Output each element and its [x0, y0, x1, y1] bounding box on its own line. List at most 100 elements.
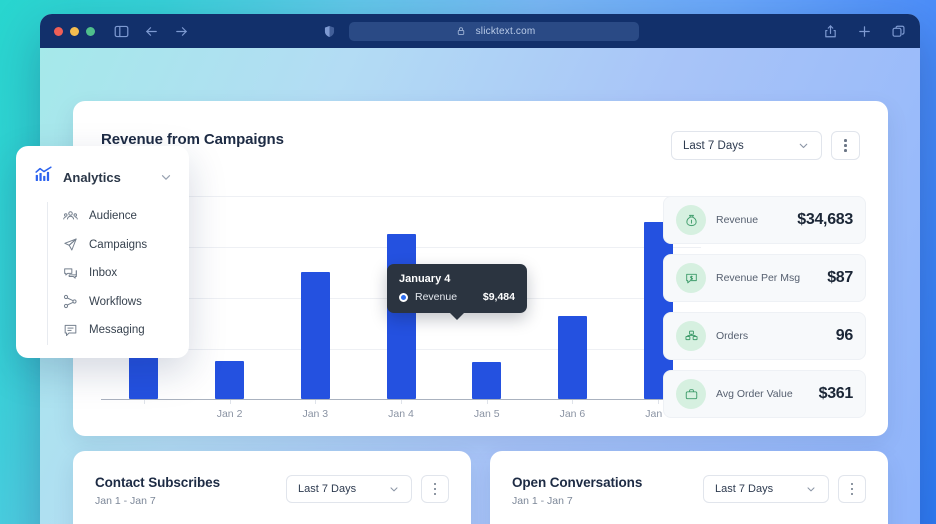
- stat-avg-order-value: Avg Order Value $361: [663, 370, 866, 418]
- stat-revenue-per-msg: Revenue Per Msg $87: [663, 254, 866, 302]
- subscribes-range-select-value: Last 7 Days: [298, 483, 357, 495]
- revenue-card-menu-button[interactable]: [831, 131, 860, 160]
- chart-bar[interactable]: [215, 360, 245, 399]
- address-bar[interactable]: slicktext.com: [349, 21, 639, 41]
- subscribes-card-daterange-label: Jan 1 - Jan 7: [95, 495, 156, 507]
- browser-nav-group: [113, 23, 189, 39]
- tooltip-title: January 4: [399, 273, 451, 285]
- window-traffic-lights[interactable]: [54, 26, 95, 36]
- chevron-down-icon[interactable]: [159, 170, 173, 184]
- subscribes-range-select[interactable]: Last 7 Days: [286, 475, 412, 503]
- sidebar-toggle-icon[interactable]: [113, 23, 129, 39]
- revenue-range-select[interactable]: Last 7 Days: [671, 131, 822, 160]
- x-axis-tickmark: [401, 400, 402, 404]
- stat-orders: Orders 96: [663, 312, 866, 360]
- conversations-card-header: Open Conversations Jan 1 - Jan 7 Last 7 …: [490, 451, 888, 507]
- sidebar-item-analytics[interactable]: Analytics: [16, 164, 189, 190]
- tooltip-series-value: $9,484: [482, 291, 515, 303]
- stat-revenue: Revenue $34,683: [663, 196, 866, 244]
- sidebar-item-workflows[interactable]: Workflows: [48, 288, 189, 317]
- sidebar-item-inbox[interactable]: Inbox: [48, 259, 189, 288]
- sidebar-item-campaigns[interactable]: Campaigns: [48, 231, 189, 260]
- stat-value: $361: [818, 385, 854, 402]
- chart-tooltip: January 4 Revenue $9,484: [387, 264, 527, 313]
- sidebar-item-label: Messaging: [89, 324, 145, 337]
- sidebar-item-label: Workflows: [89, 295, 142, 308]
- chevron-down-icon: [797, 139, 810, 152]
- kebab-dot: [844, 144, 847, 147]
- revenue-stat-list: Revenue $34,683 Revenue Per Msg $87 Orde…: [663, 196, 866, 418]
- x-axis-tickmark: [315, 400, 317, 404]
- kebab-dot: [850, 482, 854, 486]
- kebab-dot: [850, 492, 854, 496]
- kebab-dot: [433, 492, 437, 496]
- conversations-range-select[interactable]: Last 7 Days: [703, 475, 829, 503]
- tooltip-series-label: Revenue: [415, 291, 458, 303]
- conversations-range-select-value: Last 7 Days: [715, 483, 774, 495]
- workflow-nodes-icon: [62, 294, 78, 310]
- analytics-subnav-list: Audience Campaigns Inbox Workflows Messa…: [47, 202, 189, 345]
- message-dollar-icon: [676, 263, 706, 293]
- copy-tabs-icon[interactable]: [890, 23, 906, 39]
- share-icon[interactable]: [822, 23, 838, 39]
- stat-label: Avg Order Value: [716, 388, 793, 400]
- sidebar-item-audience[interactable]: Audience: [48, 202, 189, 231]
- revenue-card-actions: Last 7 Days: [671, 131, 860, 160]
- chart-bar[interactable]: [386, 234, 416, 399]
- browser-chrome-bar: slicktext.com: [40, 14, 920, 48]
- contact-subscribes-card: Contact Subscribes Jan 1 - Jan 7 Last 7 …: [73, 451, 471, 524]
- x-axis-tickmark: [572, 400, 574, 404]
- maximize-window-button[interactable]: [86, 26, 95, 36]
- kebab-dot: [433, 482, 437, 486]
- conversations-card-menu-button[interactable]: [838, 475, 866, 503]
- x-axis-tick-label: Jan 5: [473, 408, 500, 420]
- close-window-button[interactable]: [54, 26, 63, 36]
- analytics-nav-flyout: Analytics Audience Campaigns Inbox Workf…: [16, 146, 189, 358]
- kebab-dot: [850, 487, 854, 491]
- x-axis-tick-labels: Jan 2 Jan 3 Jan 4 Jan 5 Jan 6 Jan 7: [101, 400, 701, 428]
- gridline: [101, 196, 701, 197]
- series-color-dot-icon: [399, 292, 408, 302]
- revenue-bar-chart: Jan 2 Jan 3 Jan 4 Jan 5 Jan 6 Jan 7: [101, 196, 701, 446]
- kebab-dot: [844, 149, 847, 152]
- sidebar-item-messaging[interactable]: Messaging: [48, 316, 189, 345]
- x-axis-tick-label: Jan 4: [388, 408, 414, 420]
- chart-bar[interactable]: [472, 361, 502, 399]
- stat-value: 96: [835, 327, 854, 344]
- x-axis-tick-label: Jan 6: [559, 408, 586, 420]
- chevron-down-icon: [388, 483, 400, 495]
- forward-arrow-icon[interactable]: [173, 23, 189, 39]
- subscribes-card-title: Contact Subscribes: [95, 475, 220, 490]
- back-arrow-icon[interactable]: [143, 23, 159, 39]
- shield-icon[interactable]: [321, 23, 337, 39]
- stat-value: $87: [827, 269, 853, 286]
- sidebar-item-label: Inbox: [89, 267, 118, 280]
- revenue-range-select-value: Last 7 Days: [683, 139, 744, 152]
- kebab-dot: [844, 139, 847, 142]
- conversations-card-title: Open Conversations: [512, 475, 643, 490]
- contact-subscribes-line-chart: [168, 513, 458, 524]
- stat-label: Revenue Per Msg: [716, 272, 801, 284]
- subscribes-card-titles: Contact Subscribes Jan 1 - Jan 7: [95, 475, 220, 507]
- open-conversations-card: Open Conversations Jan 1 - Jan 7 Last 7 …: [490, 451, 888, 524]
- conversations-card-daterange-label: Jan 1 - Jan 7: [512, 495, 573, 507]
- conversations-card-actions: Last 7 Days: [703, 475, 866, 503]
- stat-label: Orders: [716, 330, 749, 342]
- browser-chrome-actions: [822, 23, 906, 39]
- plus-icon[interactable]: [856, 23, 872, 39]
- people-icon: [62, 208, 78, 224]
- stat-value: $34,683: [797, 211, 853, 228]
- analytics-chart-icon: [34, 165, 53, 189]
- conversations-card-titles: Open Conversations Jan 1 - Jan 7: [512, 475, 642, 507]
- url-text: slicktext.com: [475, 25, 536, 37]
- open-conversations-line-chart: [585, 513, 875, 524]
- chart-bar[interactable]: [300, 272, 330, 399]
- chat-bubbles-icon: [62, 265, 78, 281]
- chart-bar[interactable]: [557, 316, 587, 399]
- message-lines-icon: [62, 322, 78, 338]
- minimize-window-button[interactable]: [70, 26, 79, 36]
- boxes-icon: [676, 321, 706, 351]
- subscribes-card-menu-button[interactable]: [421, 475, 449, 503]
- x-axis-tickmark: [229, 400, 231, 404]
- sidebar-item-label: Campaigns: [89, 238, 148, 251]
